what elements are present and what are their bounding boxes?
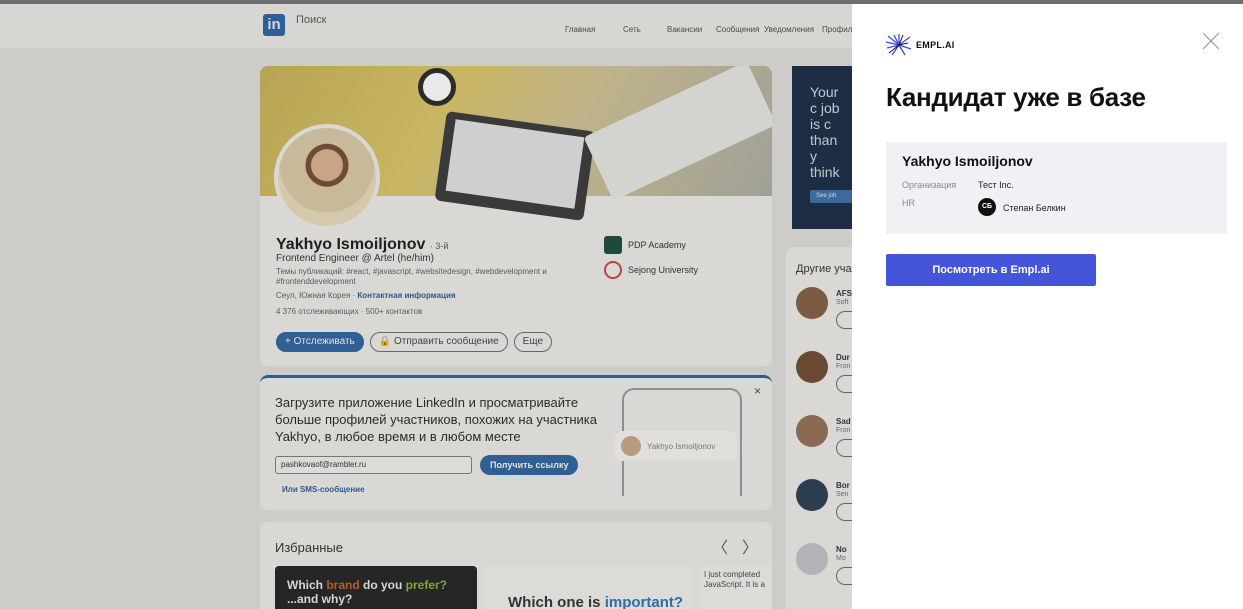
- view-in-emplai-button[interactable]: Посмотреть в Empl.ai: [886, 254, 1096, 286]
- member-follow-button[interactable]: [836, 503, 852, 521]
- featured-title: Избранные: [275, 540, 343, 555]
- panel-heading: Кандидат уже в базе: [886, 82, 1146, 112]
- member-avatar: [796, 479, 828, 511]
- promo-title: Загрузите приложение LinkedIn и просматр…: [275, 395, 598, 444]
- more-button[interactable]: Еще: [513, 332, 553, 352]
- app-promo-card: Загрузите приложение LinkedIn и просматр…: [260, 375, 772, 510]
- member-avatar: [796, 415, 828, 447]
- featured-tile[interactable]: Which one is important?: [484, 566, 692, 609]
- profile-headline: Frontend Engineer @ Artel (he/him): [276, 253, 435, 264]
- close-icon[interactable]: [1202, 32, 1220, 50]
- sejong-university-logo-icon: [604, 261, 622, 279]
- see-jobs-button[interactable]: See job: [810, 190, 852, 203]
- member-avatar: [796, 351, 828, 383]
- hr-avatar: СБ: [978, 198, 996, 216]
- profile-avatar[interactable]: [274, 124, 380, 230]
- pdp-academy-logo-icon: [604, 236, 622, 254]
- profile-name: Yakhyo Ismoiljonov · 3-й: [276, 236, 449, 253]
- nav-network[interactable]: Сеть: [623, 25, 641, 34]
- nav-jobs[interactable]: Вакансии: [667, 25, 702, 34]
- member-follow-button[interactable]: [836, 311, 852, 329]
- follow-button[interactable]: + Отслеживать: [276, 332, 364, 352]
- other-members-title: Другие участники: [796, 263, 852, 275]
- organization-label: Организация: [902, 180, 957, 190]
- candidate-name: Yakhyo Ismoiljonov: [902, 153, 1033, 169]
- promo-close-icon[interactable]: ×: [754, 384, 761, 398]
- featured-tile[interactable]: Which brand do you prefer? ...and why?: [275, 566, 477, 609]
- linkedin-header: in Поиск Главная Сеть Вакансии Сообщения…: [0, 4, 852, 48]
- education-item[interactable]: Sejong University: [604, 261, 698, 279]
- nav-profile[interactable]: Профиль: [822, 25, 852, 34]
- member-avatar: [796, 287, 828, 319]
- chip-avatar: [621, 436, 641, 456]
- profile-location: Сеул, Южная Корея · Контактная информаци…: [276, 291, 456, 300]
- nav-notifications[interactable]: Уведомления: [764, 25, 814, 34]
- emplai-brand: EMPL.AI: [886, 34, 955, 56]
- other-members-card: Другие участники AFS Soft Dur Fron Sad F…: [786, 247, 852, 609]
- member-follow-button[interactable]: [836, 439, 852, 457]
- send-message-button[interactable]: 🔒 Отправить сообщение: [369, 332, 508, 352]
- profile-card: Yakhyo Ismoiljonov · 3-й Frontend Engine…: [260, 66, 772, 366]
- featured-card: Избранные 〈〉 Which brand do you prefer? …: [260, 522, 772, 609]
- linkedin-page-backdrop: in Поиск Главная Сеть Вакансии Сообщения…: [0, 4, 852, 609]
- candidate-info-box: Yakhyo Ismoiljonov Организация Тест Inc.…: [886, 142, 1227, 234]
- profile-topics: Темы публикаций: #react, #javascript, #w…: [276, 267, 547, 286]
- promo-email-input[interactable]: pashkovaof@rambler.ru: [275, 456, 472, 474]
- connection-degree: · 3-й: [429, 241, 449, 251]
- emplai-logo-icon: [886, 34, 912, 56]
- hr-name: Степан Белкин: [1003, 203, 1066, 213]
- member-follow-button[interactable]: [836, 375, 852, 393]
- emplai-brand-text: EMPL.AI: [916, 40, 955, 50]
- emplai-side-panel: EMPL.AI Кандидат уже в базе Yakhyo Ismoi…: [852, 4, 1243, 609]
- profile-followers: 4 376 отслеживающих · 500+ контактов: [276, 307, 423, 316]
- job-ad[interactable]: Your c job is c than y think See job: [792, 66, 852, 229]
- banner-keyboard-shape: [583, 66, 772, 201]
- get-link-button[interactable]: Получить ссылку: [480, 455, 579, 475]
- featured-tile[interactable]: I just completed JavaScript. It is a: [700, 566, 772, 609]
- hr-label: HR: [902, 198, 915, 208]
- linkedin-search-input[interactable]: Поиск: [296, 14, 326, 26]
- organization-value: Тест Inc.: [978, 180, 1014, 190]
- linkedin-logo-icon[interactable]: in: [263, 14, 285, 36]
- banner-cup-shape: [418, 68, 456, 106]
- nav-messages[interactable]: Сообщения: [716, 25, 759, 34]
- member-avatar: [796, 543, 828, 575]
- member-follow-button[interactable]: [836, 567, 852, 585]
- sms-link[interactable]: Или SMS-сообщение: [282, 485, 365, 494]
- featured-arrows-icon[interactable]: 〈〉: [712, 534, 772, 558]
- contact-info-link[interactable]: Контактная информация: [357, 291, 455, 300]
- education-item[interactable]: PDP Academy: [604, 236, 686, 254]
- profile-actions: + Отслеживать 🔒 Отправить сообщение Еще: [276, 332, 553, 352]
- phone-profile-chip: Yakhyo Ismoiljonov: [615, 431, 737, 461]
- nav-home[interactable]: Главная: [565, 25, 595, 34]
